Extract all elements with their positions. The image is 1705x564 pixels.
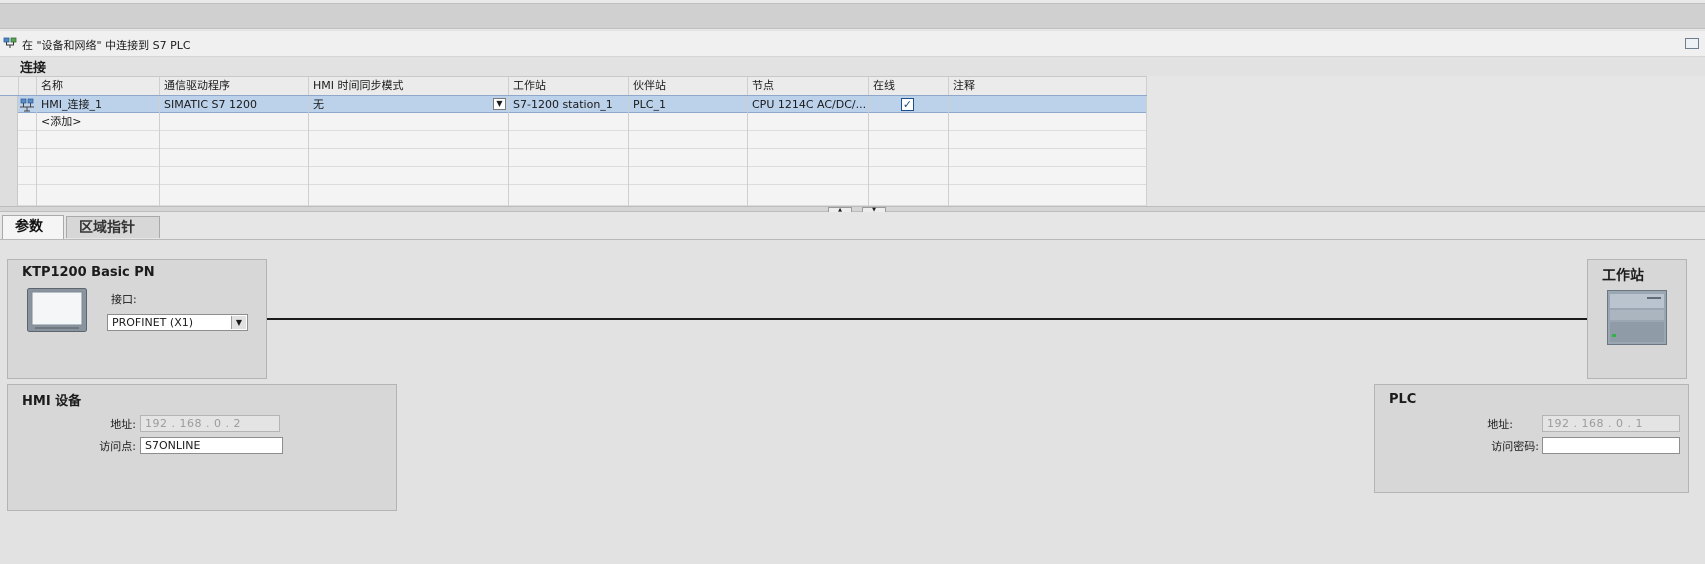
col-online[interactable]: 在线	[868, 77, 948, 95]
access-point-field[interactable]: S7ONLINE	[140, 437, 283, 454]
hmi-panel-icon	[27, 288, 87, 332]
cell-node[interactable]: CPU 1214C AC/DC/...	[747, 96, 868, 114]
access-password-field[interactable]	[1542, 437, 1680, 454]
tab-parameters[interactable]: 参数	[2, 215, 64, 239]
hmi-device-panel: KTP1200 Basic PN 接口: PROFINET (X1) ▼	[7, 259, 267, 379]
access-point-label: 访问点:	[99, 440, 136, 453]
tab-area-pointers[interactable]: 区域指针	[66, 216, 160, 238]
header-link-text[interactable]: 在 "设备和网络" 中连接到 S7 PLC	[22, 37, 191, 53]
table-empty-area	[1147, 76, 1705, 206]
plc-module-icon	[1607, 290, 1667, 345]
section-title: 连接	[20, 61, 47, 76]
cell-driver[interactable]: SIMATIC S7 1200	[159, 96, 308, 114]
sync-mode-value: 无	[313, 98, 324, 111]
hmi-address-field[interactable]: 192 . 168 . 0 . 2	[140, 415, 280, 432]
hmi-address-label: 地址:	[110, 418, 136, 431]
plc-address-field[interactable]: 192 . 168 . 0 . 1	[1542, 415, 1680, 432]
online-checkbox[interactable]: ✓	[901, 98, 914, 111]
top-toolbar	[0, 0, 1705, 30]
cell-station[interactable]: S7-1200 station_1	[508, 96, 628, 114]
table-row-empty	[0, 185, 1147, 206]
tab-bar: 参数 区域指针	[0, 212, 1705, 240]
interface-select[interactable]: PROFINET (X1) ▼	[107, 314, 248, 331]
col-partner[interactable]: 伙伴站	[628, 77, 747, 95]
col-node[interactable]: 节点	[747, 77, 868, 95]
cell-comment[interactable]	[948, 96, 1147, 114]
add-connection[interactable]: <添加>	[36, 113, 159, 131]
station-panel: 工作站	[1587, 259, 1687, 379]
layout-toggle-icon[interactable]	[1685, 38, 1699, 49]
hmi-device-title: KTP1200 Basic PN	[22, 265, 155, 280]
chevron-down-icon[interactable]: ▼	[493, 98, 506, 110]
interface-label: 接口:	[111, 293, 137, 306]
table-row-empty	[0, 167, 1147, 185]
hmi-settings-title: HMI 设备	[22, 394, 82, 409]
chevron-down-icon[interactable]: ▼	[231, 316, 246, 329]
connections-table: 名称 通信驱动程序 HMI 时间同步模式 工作站 伙伴站 节点 在线 注释 HM…	[0, 76, 1147, 206]
col-driver[interactable]: 通信驱动程序	[159, 77, 308, 95]
editor-header: 在 "设备和网络" 中连接到 S7 PLC	[0, 31, 1705, 57]
connection-icon	[20, 98, 34, 112]
table-row[interactable]: HMI_连接_1 SIMATIC S7 1200 无 ▼ S7-1200 sta…	[0, 95, 1147, 114]
col-sync-mode[interactable]: HMI 时间同步模式	[308, 77, 508, 95]
cell-partner[interactable]: PLC_1	[628, 96, 747, 114]
table-row-empty	[0, 149, 1147, 167]
cell-sync-mode[interactable]: 无 ▼	[308, 96, 508, 114]
hmi-settings-panel: HMI 设备 地址: 192 . 168 . 0 . 2 访问点: S7ONLI…	[7, 384, 397, 511]
plc-settings-panel: PLC 地址: 192 . 168 . 0 . 1 访问密码:	[1374, 384, 1689, 493]
cell-name[interactable]: HMI_连接_1	[36, 96, 159, 114]
station-title: 工作站	[1602, 268, 1644, 284]
interface-value: PROFINET (X1)	[112, 316, 194, 329]
network-connect-icon[interactable]	[3, 37, 17, 49]
plc-address-label: 地址:	[1487, 418, 1513, 431]
table-row-empty	[0, 131, 1147, 149]
col-name[interactable]: 名称	[36, 77, 159, 95]
connection-line	[267, 318, 1587, 320]
table-row-add[interactable]: <添加>	[0, 113, 1147, 131]
col-comment[interactable]: 注释	[948, 77, 1147, 95]
access-password-label: 访问密码:	[1491, 440, 1539, 453]
col-station[interactable]: 工作站	[508, 77, 628, 95]
table-header: 名称 通信驱动程序 HMI 时间同步模式 工作站 伙伴站 节点 在线 注释	[0, 76, 1147, 96]
cell-online[interactable]: ✓	[868, 96, 948, 114]
plc-settings-title: PLC	[1389, 392, 1417, 407]
